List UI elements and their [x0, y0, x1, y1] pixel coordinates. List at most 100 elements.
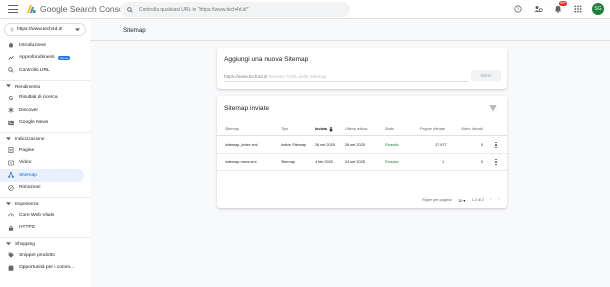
add-sitemap-title: Aggiungi una nuova Sitemap [224, 56, 309, 63]
sidebar-item-label: HTTPS [19, 225, 36, 231]
sitemap-icon [8, 172, 14, 178]
sidebar-item-risultati-ricerca[interactable]: G Risultati di ricerca [0, 92, 84, 105]
chevron-down-icon [6, 241, 11, 245]
sidebar-item-label: Discover [19, 107, 39, 113]
section-esperienza[interactable]: Esperienza [0, 197, 90, 209]
sidebar-item-discover[interactable]: Discover [0, 104, 84, 117]
sidebar-item-controllo-url[interactable]: Controllo URL [0, 64, 84, 77]
brand-title: Google Search Console [40, 4, 131, 14]
section-title: Rendimento [15, 83, 41, 89]
chevron-down-icon [6, 201, 11, 205]
removal-icon [8, 185, 14, 191]
more-options-icon[interactable] [493, 157, 499, 167]
rows-per-page-value: 10 [458, 198, 463, 203]
sidebar-item-video[interactable]: Video [0, 157, 84, 170]
sidebar-item-sitemap[interactable]: Sitemap [0, 169, 84, 182]
asterisk-icon [8, 107, 14, 113]
url-inspection-search[interactable] [120, 2, 350, 17]
section-title: Shopping [15, 241, 35, 246]
table-row[interactable]: /sitemap_index.xml Indice Sitemap 26 set… [217, 137, 507, 154]
rows-per-page-label: Righe per pagina: [422, 198, 453, 202]
tag-icon [8, 252, 14, 258]
property-type-icon: Ⓢ [10, 26, 14, 32]
sidebar-item-pagine[interactable]: Pagine [0, 144, 84, 157]
sidebar-item-label: Rimozioni [19, 185, 41, 191]
more-options-icon[interactable] [493, 140, 499, 150]
sent-sitemaps-card: Sitemap inviate Sitemap Tipo Inviata Ult… [217, 96, 507, 208]
property-selector[interactable]: Ⓢ https://www.tech4d.it/ [4, 23, 86, 36]
sidebar-item-label: Snippet prodotto [19, 252, 55, 258]
chevron-right-icon[interactable]: › [498, 197, 500, 203]
add-sitemap-card: Aggiungi una nuova Sitemap https://www.t… [217, 48, 507, 89]
sidebar-item-introduzione[interactable]: Introduzione [0, 39, 84, 52]
divider [90, 40, 610, 41]
table-row[interactable]: /sitemap-news.xml Sitemap 4 feb 2020 24 … [217, 154, 507, 171]
column-stato[interactable]: Stato [385, 127, 394, 131]
chevron-down-icon [6, 136, 11, 140]
section-shopping[interactable]: Shopping [0, 237, 90, 249]
sidebar-item-label: Opportunità per i comm... [19, 265, 75, 271]
insights-icon [8, 55, 14, 61]
table-header: Sitemap Tipo Inviata Ultima lettura Stat… [217, 122, 507, 136]
sidebar: Ⓢ https://www.tech4d.it/ Introduzione Ap… [0, 19, 90, 287]
search-icon [127, 6, 133, 13]
pagination: Righe per pagina: 10 ▾ 1-2 di 2 ‹ › [422, 197, 500, 203]
apps-grid-icon[interactable] [572, 3, 584, 15]
sidebar-item-core-web-vitals[interactable]: Core Web Vitals [0, 209, 84, 222]
section-indicizzazione[interactable]: Indicizzazione [0, 132, 90, 144]
sidebar-item-label: Video [19, 160, 32, 166]
notifications-icon[interactable]: 99+ [552, 1, 567, 15]
sidebar-item-opportunita-commercianti[interactable]: Opportunità per i comm... [0, 262, 84, 275]
sidebar-item-https[interactable]: HTTPS [0, 222, 84, 235]
cell-pagine-rilevate: 17.977 [435, 143, 447, 147]
help-icon[interactable]: ? [512, 3, 524, 15]
lock-icon [8, 225, 14, 231]
column-ultima-lettura[interactable]: Ultima lettura [345, 127, 367, 131]
sidebar-item-label: Core Web Vitals [19, 212, 55, 218]
sidebar-item-snippet-prodotto[interactable]: Snippet prodotto [0, 249, 84, 262]
column-sitemap[interactable]: Sitemap [225, 127, 239, 131]
cell-inviata: 26 set 2025 [315, 143, 335, 147]
gauge-icon [8, 212, 14, 218]
cell-sitemap: /sitemap-news.xml [225, 160, 257, 164]
column-tipo[interactable]: Tipo [281, 127, 288, 131]
cell-ultima-lettura: 24 set 2025 [345, 160, 365, 164]
sidebar-item-google-news[interactable]: Google News [0, 117, 84, 130]
chevron-down-icon [6, 84, 11, 88]
sidebar-item-label: Sitemap [19, 172, 37, 178]
notification-count: 99+ [559, 1, 567, 6]
new-badge: Nuovo [57, 55, 71, 60]
submit-button[interactable]: INVIA [471, 70, 501, 81]
search-input[interactable] [139, 6, 339, 13]
page-range: 1-2 di 2 [471, 198, 484, 202]
cell-stato: Riuscita [385, 143, 399, 147]
rows-per-page-select[interactable]: 10 ▾ [458, 198, 465, 203]
column-inviata[interactable]: Inviata [315, 127, 327, 131]
cell-inviata: 4 feb 2020 [315, 160, 333, 164]
chevron-left-icon[interactable]: ‹ [490, 197, 492, 203]
svg-text:G: G [9, 96, 13, 101]
sidebar-item-label: Pagine [19, 147, 35, 153]
users-settings-icon[interactable] [532, 3, 544, 15]
sidebar-item-label: Approfondimenti [19, 55, 55, 61]
sidebar-item-label: Introduzione [19, 42, 46, 48]
search-icon [8, 67, 14, 73]
filter-icon[interactable] [489, 104, 497, 112]
sidebar-item-approfondimenti[interactable]: Approfondimenti Nuovo [0, 52, 84, 65]
url-prefix: https://www.tech4d.it/ [224, 74, 268, 79]
arrow-down-icon [329, 127, 333, 132]
cell-tipo: Indice Sitemap [281, 143, 307, 147]
main-content: Sitemap Aggiungi una nuova Sitemap https… [90, 19, 610, 287]
pages-icon [8, 147, 14, 154]
main-menu-button[interactable] [8, 5, 18, 13]
section-rendimento[interactable]: Rendimento [0, 79, 90, 92]
page-title: Sitemap [123, 27, 146, 34]
sidebar-item-rimozioni[interactable]: Rimozioni [0, 182, 84, 195]
sitemap-url-field[interactable]: https://www.tech4d.it/ Inserisci l'URL d… [224, 72, 468, 82]
account-avatar[interactable]: SG [592, 3, 604, 15]
cell-stato: Riuscita [385, 160, 399, 164]
sidebar-item-label: Controllo URL [19, 67, 50, 73]
column-pagine-rilevate[interactable]: Pagine rilevate [420, 127, 445, 131]
cell-tipo: Sitemap [281, 160, 295, 164]
column-video-rilevati[interactable]: Video rilevati [461, 127, 483, 131]
